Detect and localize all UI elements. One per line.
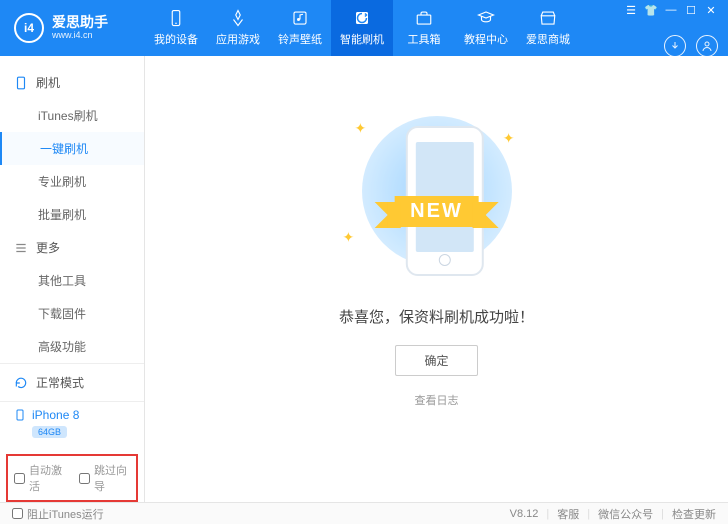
sidebar-group-more[interactable]: 更多 — [0, 231, 144, 264]
device-row[interactable]: iPhone 8 64GB — [0, 401, 144, 448]
sidebar-item-advanced[interactable]: 高级功能 — [0, 330, 144, 363]
apps-icon — [229, 9, 247, 27]
sidebar-item-other[interactable]: 其他工具 — [0, 264, 144, 297]
auto-activate-checkbox[interactable]: 自动激活 — [14, 462, 65, 494]
refresh-icon — [14, 376, 28, 390]
nav-label: 我的设备 — [154, 31, 198, 47]
mode-label: 正常模式 — [36, 374, 84, 391]
nav-label: 智能刷机 — [340, 31, 384, 47]
menu-icon[interactable]: ☰ — [624, 3, 638, 17]
toolbox-icon — [415, 9, 433, 27]
checkbox-label: 跳过向导 — [94, 462, 130, 494]
sidebar-group-label: 更多 — [36, 239, 60, 256]
mode-row[interactable]: 正常模式 — [0, 364, 144, 401]
close-icon[interactable]: ✕ — [704, 3, 718, 17]
nav-flash[interactable]: 智能刷机 — [331, 0, 393, 56]
storage-badge: 64GB — [32, 426, 67, 438]
ribbon-text: NEW — [394, 196, 479, 227]
phone-icon — [14, 76, 28, 90]
block-itunes-checkbox[interactable]: 阻止iTunes运行 — [12, 506, 104, 522]
download-button[interactable] — [664, 35, 686, 57]
main-panel: ✦ ✦ ✦ NEW 恭喜您，保资料刷机成功啦！ 确定 查看日志 — [145, 56, 728, 502]
store-icon — [539, 9, 557, 27]
sidebar: 刷机 iTunes刷机 一键刷机 专业刷机 批量刷机 更多 其他工具 下载固件 … — [0, 56, 145, 502]
list-icon — [14, 241, 28, 255]
user-button[interactable] — [696, 35, 718, 57]
phone-small-icon — [14, 409, 26, 421]
ringtone-icon — [291, 9, 309, 27]
ok-button[interactable]: 确定 — [395, 345, 477, 376]
maximize-icon[interactable]: ☐ — [684, 3, 698, 17]
sidebar-group-label: 刷机 — [36, 74, 60, 91]
brand-subtitle: www.i4.cn — [52, 31, 108, 41]
nav-label: 爱思商城 — [526, 31, 570, 47]
nav-tutorial[interactable]: 教程中心 — [455, 0, 517, 56]
logo-area: i4 爱思助手 www.i4.cn — [0, 13, 145, 43]
success-message: 恭喜您，保资料刷机成功啦！ — [339, 306, 534, 327]
support-link[interactable]: 客服 — [557, 506, 579, 522]
sidebar-group-flash[interactable]: 刷机 — [0, 66, 144, 99]
logo-icon: i4 — [14, 13, 44, 43]
nav-apps[interactable]: 应用游戏 — [207, 0, 269, 56]
nav-store[interactable]: 爱思商城 — [517, 0, 579, 56]
nav-label: 工具箱 — [408, 31, 441, 47]
sidebar-item-pro[interactable]: 专业刷机 — [0, 165, 144, 198]
nav-label: 铃声壁纸 — [278, 31, 322, 47]
device-name: iPhone 8 — [32, 408, 79, 422]
flash-icon — [353, 9, 371, 27]
update-link[interactable]: 检查更新 — [672, 506, 716, 522]
tshirt-icon[interactable]: 👕 — [644, 3, 658, 17]
options-row: 自动激活 跳过向导 — [6, 454, 138, 502]
skip-guide-checkbox[interactable]: 跳过向导 — [79, 462, 130, 494]
version-label: V8.12 — [510, 508, 539, 520]
success-illustration: ✦ ✦ ✦ NEW — [337, 106, 537, 286]
sidebar-item-batch[interactable]: 批量刷机 — [0, 198, 144, 231]
device-icon — [167, 9, 185, 27]
minimize-icon[interactable]: — — [664, 3, 678, 17]
checkbox-label: 阻止iTunes运行 — [27, 506, 104, 522]
tutorial-icon — [477, 9, 495, 27]
nav-toolbox[interactable]: 工具箱 — [393, 0, 455, 56]
sidebar-item-itunes[interactable]: iTunes刷机 — [0, 99, 144, 132]
brand-title: 爱思助手 — [52, 15, 108, 30]
sidebar-item-download[interactable]: 下载固件 — [0, 297, 144, 330]
sidebar-item-oneclick[interactable]: 一键刷机 — [0, 132, 144, 165]
view-log-link[interactable]: 查看日志 — [415, 392, 459, 408]
wechat-link[interactable]: 微信公众号 — [598, 506, 653, 522]
nav-label: 应用游戏 — [216, 31, 260, 47]
nav-label: 教程中心 — [464, 31, 508, 47]
nav-my-device[interactable]: 我的设备 — [145, 0, 207, 56]
nav-ringtone[interactable]: 铃声壁纸 — [269, 0, 331, 56]
top-nav: 我的设备 应用游戏 铃声壁纸 智能刷机 工具箱 教程中心 爱思商城 — [145, 0, 579, 56]
checkbox-label: 自动激活 — [29, 462, 65, 494]
